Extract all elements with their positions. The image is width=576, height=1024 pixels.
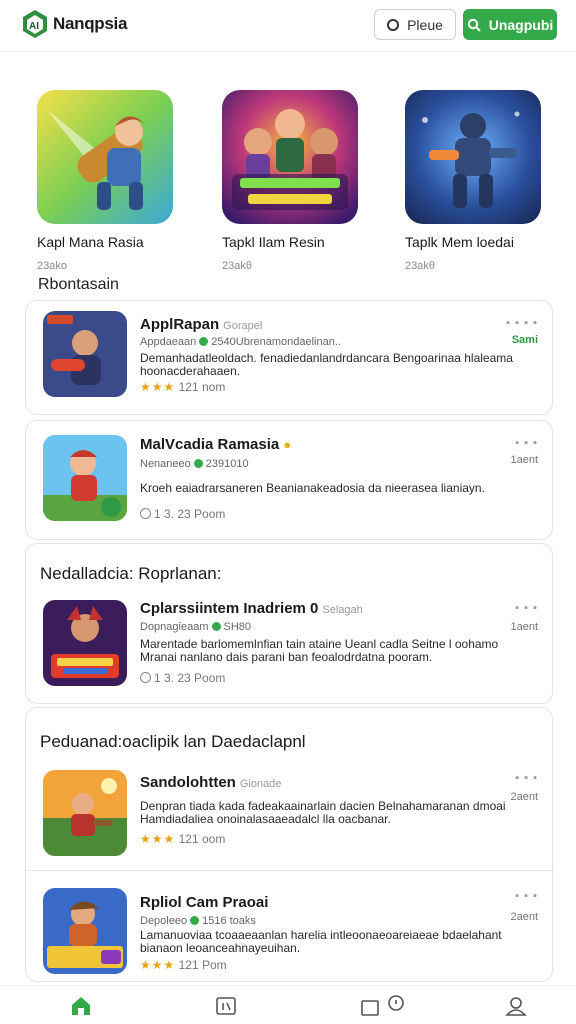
badge-icon: ● [283, 437, 292, 452]
more-options-icon[interactable]: ▪ ▪ ▪ ▪ [506, 317, 538, 329]
search-button-label: Pleue [407, 16, 443, 33]
user-search-icon [467, 18, 481, 32]
featured-app-1-meta: 23ako [37, 260, 67, 272]
app-meta-secondary: 2540Ubrenamondaelinan.. [211, 336, 341, 348]
app-meta-primary: Dopnagieaam [140, 621, 209, 633]
rating-text: 121 Pom [178, 958, 227, 972]
chat-icon[interactable] [360, 995, 408, 1017]
login-button-label: Unagpubi [488, 16, 554, 33]
home-icon[interactable] [70, 995, 92, 1017]
app-title: Sandolohtten [140, 774, 236, 791]
star-rating-icon: ★★★ [140, 380, 176, 394]
star-rating-icon: ★★★ [140, 958, 176, 972]
install-status[interactable]: 2aent [510, 911, 538, 923]
app-title: MalVcadia Ramasia [140, 436, 280, 453]
library-icon[interactable] [215, 995, 237, 1017]
list-item[interactable]: Rpliol Cam Praoai Depoleeo 1516 toaks Lam… [26, 874, 554, 982]
clock-icon [140, 508, 151, 519]
section-title: Rbontasain [38, 276, 119, 293]
app-thumbnail [43, 435, 127, 521]
install-status[interactable]: 1aent [510, 621, 538, 633]
app-meta-secondary: 1516 toaks [202, 915, 256, 927]
featured-app-2-title: Tapkl Ilam Resin [222, 234, 325, 250]
featured-app-2[interactable]: Tapkl Ilam Resin 23akθ [222, 90, 362, 272]
app-meta-primary: Nenaneeo [140, 458, 191, 470]
featured-app-3-title: Taplk Mem loedai [405, 234, 514, 250]
featured-app-1[interactable]: Kapl Mana Rasia 23ako [37, 90, 177, 272]
featured-app-2-meta: 23akθ [222, 260, 252, 272]
status-dot-icon [193, 459, 203, 468]
list-item[interactable]: MalVcadia Ramasia ● Nenaneeo 2391010 Kroe… [26, 421, 554, 541]
brand-name: Nanqpsia [53, 14, 128, 33]
app-logo-icon[interactable]: AI [22, 9, 48, 39]
app-title: Rpliol Cam Praoai [140, 894, 269, 911]
app-subtitle: Gorapel [223, 320, 263, 332]
install-status[interactable]: 1aent [510, 454, 538, 466]
app-thumbnail-art [43, 311, 127, 397]
featured-app-3[interactable]: Taplk Mem loedai 23akθ [405, 90, 545, 272]
featured-app-1-artwork [37, 90, 173, 224]
app-thumbnail [43, 311, 127, 397]
app-description: Marentade barlomemlnfian tain ataine Uea… [140, 637, 499, 664]
rating-text: 1 3. 23 Poom [154, 507, 226, 521]
featured-app-2-artwork [222, 90, 358, 224]
app-thumbnail-art [43, 770, 127, 856]
list-card: Nedalladcia: Roprlanan: Cplarssiintem In… [25, 543, 553, 704]
app-description: Denpran tiada kada fadeakaainarlain daci… [140, 799, 506, 826]
divider [26, 870, 554, 871]
profile-icon[interactable] [505, 995, 527, 1017]
app-meta-primary: Depoleeo [140, 915, 188, 927]
status-dot-icon [190, 916, 200, 925]
more-options-icon[interactable]: ▪ ▪ ▪ [515, 437, 538, 449]
install-status[interactable]: 2aent [510, 791, 538, 803]
list-item[interactable]: Sandolohtten Gionade Denpran tiada kada f… [26, 758, 554, 870]
svg-text:AI: AI [29, 21, 39, 32]
card-heading: Nedalladcia: Roprlanan: [40, 564, 222, 583]
app-thumbnail [43, 600, 127, 686]
featured-app-3-artwork [405, 90, 541, 224]
bottom-navigation [0, 985, 576, 1024]
card-heading: Peduanad:oaclipik lan Daedaclapnl [40, 732, 306, 751]
top-app-bar: AI Nanqpsia Pleue Unagpubi [0, 0, 576, 52]
status-dot-icon [211, 622, 221, 631]
app-subtitle: Gionade [239, 778, 282, 790]
list-item[interactable]: ApplRapan Gorapel Appdaeaan 2540Ubrenamond… [26, 301, 554, 416]
list-item[interactable]: Cplarssiintem Inadriem 0 Selagah Dopnagie… [26, 588, 554, 704]
list-card: ApplRapan Gorapel Appdaeaan 2540Ubrenamond… [25, 300, 553, 415]
app-description: Kroeh eaiadrarsaneren Beanianakeadosia d… [140, 481, 485, 495]
star-rating-icon: ★★★ [140, 832, 176, 846]
featured-app-1-title: Kapl Mana Rasia [37, 234, 144, 250]
more-options-icon[interactable]: ▪ ▪ ▪ [515, 772, 538, 784]
list-card: MalVcadia Ramasia ● Nenaneeo 2391010 Kroe… [25, 420, 553, 540]
app-title: ApplRapan [140, 316, 220, 333]
rating-text: 121 nom [178, 380, 226, 394]
rating-text: 121 oom [178, 832, 226, 846]
list-card: Peduanad:oaclipik lan Daedaclapnl Sandol… [25, 707, 554, 982]
more-options-icon[interactable]: ▪ ▪ ▪ [515, 890, 538, 902]
rating-text: 1 3. 23 Poom [154, 671, 226, 685]
app-title: Cplarssiintem Inadriem 0 [140, 600, 319, 617]
status-dot-icon [199, 337, 209, 346]
app-thumbnail [43, 888, 127, 974]
app-description: Lamanuoviaa tcoaaeaanlan harelia intleoo… [140, 928, 502, 955]
more-options-icon[interactable]: ▪ ▪ ▪ [515, 602, 538, 614]
app-meta-secondary: 2391010 [205, 458, 249, 470]
search-icon [387, 18, 400, 31]
app-thumbnail [43, 770, 127, 856]
app-description: Demanhadatleoldach. fenadiedanlandrdanca… [140, 351, 513, 378]
app-thumbnail-art [43, 600, 127, 686]
app-subtitle: Selagah [322, 604, 363, 616]
app-thumbnail-art [43, 888, 127, 974]
app-meta-primary: Appdaeaan [140, 336, 197, 348]
app-thumbnail-art [43, 435, 127, 521]
install-status[interactable]: Sami [512, 334, 538, 346]
search-button[interactable]: Pleue [374, 9, 456, 40]
featured-app-3-meta: 23akθ [405, 260, 435, 272]
login-button[interactable]: Unagpubi [463, 9, 557, 40]
app-meta-secondary: SH80 [223, 621, 252, 633]
clock-icon [140, 672, 151, 683]
